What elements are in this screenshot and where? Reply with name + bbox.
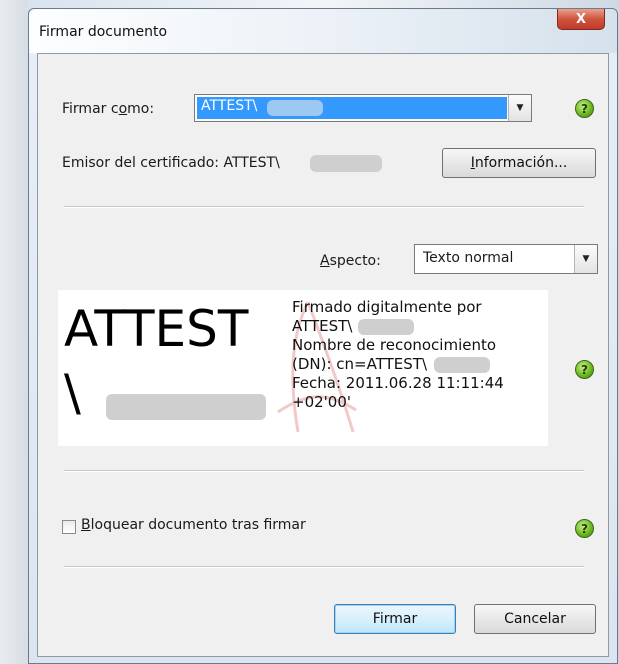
preview-text-line: (DN): cn=ATTEST\ (292, 355, 427, 373)
sign-document-dialog: Firmar documento X Firmar como: ATTEST\ … (28, 8, 618, 664)
close-button[interactable]: X (557, 9, 605, 30)
chevron-down-icon[interactable]: ▼ (508, 95, 531, 121)
redacted-text (358, 319, 414, 335)
appearance-dropdown[interactable]: Texto normal ▼ (414, 244, 598, 274)
appearance-value: Texto normal (423, 250, 514, 266)
preview-text-line: Firmado digitalmente por (292, 298, 482, 316)
preview-name-line1: ATTEST (64, 300, 249, 358)
issuer-label: Emisor del certificado: ATTEST\ (62, 155, 280, 171)
sign-as-dropdown[interactable]: ATTEST\ ▼ (194, 94, 532, 122)
dialog-body: Firmar como: ATTEST\ ▼ ? Emisor del cert… (37, 53, 609, 657)
redacted-text (267, 100, 323, 116)
redacted-text (434, 357, 490, 373)
information-button[interactable]: Información... (442, 148, 596, 178)
preview-text-line: Nombre de reconocimiento (292, 336, 497, 354)
desktop-background (0, 0, 28, 664)
preview-text-line: ATTEST\ (292, 317, 353, 335)
help-icon[interactable]: ? (575, 360, 594, 379)
appearance-label: Aspecto: (320, 253, 381, 269)
separator (64, 206, 584, 208)
title-bar[interactable]: Firmar documento X (29, 9, 617, 53)
separator (64, 470, 584, 472)
signature-preview: ATTEST \ Firmado digitalmente por ATTEST… (58, 290, 548, 446)
separator (64, 566, 584, 568)
cancel-button[interactable]: Cancelar (474, 604, 596, 634)
window-title: Firmar documento (39, 24, 168, 40)
sign-button[interactable]: Firmar (334, 604, 456, 634)
preview-text-line: +02'00' (292, 393, 351, 411)
lock-document-checkbox[interactable] (62, 520, 76, 534)
sign-as-value: ATTEST\ (201, 98, 258, 114)
close-icon: X (575, 11, 587, 27)
sign-as-label: Firmar como: (62, 101, 155, 117)
redacted-text (310, 155, 382, 172)
help-icon[interactable]: ? (575, 519, 594, 538)
preview-name-line2: \ (64, 364, 81, 422)
sign-as-selection: ATTEST\ (197, 97, 507, 119)
redacted-text (106, 394, 266, 420)
preview-text-line: Fecha: 2011.06.28 11:11:44 (292, 374, 504, 392)
lock-document-label[interactable]: Bloquear documento tras firmar (81, 517, 306, 533)
help-icon[interactable]: ? (575, 99, 594, 118)
chevron-down-icon[interactable]: ▼ (574, 245, 597, 273)
